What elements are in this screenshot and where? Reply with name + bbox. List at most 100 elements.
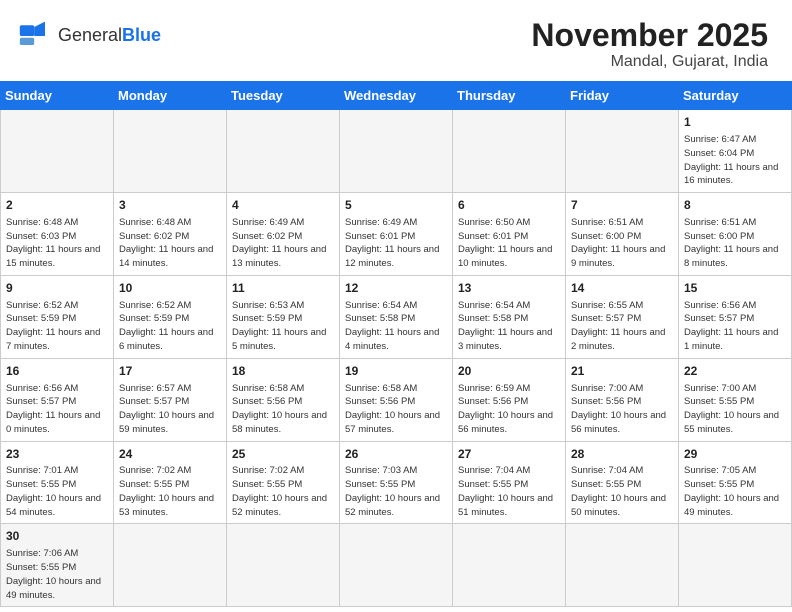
day-number: 29 (684, 446, 786, 463)
calendar-row-0: 1 Sunrise: 6:47 AM Sunset: 6:04 PM Daylig… (1, 110, 792, 193)
day-info: Sunrise: 6:51 AM Sunset: 6:00 PM Dayligh… (684, 216, 786, 271)
day-number: 5 (345, 197, 447, 214)
day-info: Sunrise: 7:04 AM Sunset: 5:55 PM Dayligh… (571, 464, 673, 519)
day-info: Sunrise: 6:56 AM Sunset: 5:57 PM Dayligh… (6, 382, 108, 437)
day-number: 3 (119, 197, 221, 214)
calendar-day: 4 Sunrise: 6:49 AM Sunset: 6:02 PM Daylig… (227, 193, 340, 276)
logo-general: General (58, 25, 122, 45)
calendar-day: 14 Sunrise: 6:55 AM Sunset: 5:57 PM Dayli… (566, 275, 679, 358)
day-info: Sunrise: 6:51 AM Sunset: 6:00 PM Dayligh… (571, 216, 673, 271)
day-number: 6 (458, 197, 560, 214)
calendar-day: 10 Sunrise: 6:52 AM Sunset: 5:59 PM Dayli… (114, 275, 227, 358)
day-info: Sunrise: 6:56 AM Sunset: 5:57 PM Dayligh… (684, 299, 786, 354)
header-friday: Friday (566, 82, 679, 110)
day-info: Sunrise: 7:05 AM Sunset: 5:55 PM Dayligh… (684, 464, 786, 519)
day-info: Sunrise: 7:03 AM Sunset: 5:55 PM Dayligh… (345, 464, 447, 519)
calendar-day-empty (453, 524, 566, 607)
day-number: 28 (571, 446, 673, 463)
day-number: 21 (571, 363, 673, 380)
calendar-day: 23Sunrise: 7:01 AM Sunset: 5:55 PM Dayli… (1, 441, 114, 524)
logo-text: GeneralBlue (58, 26, 161, 46)
day-info: Sunrise: 7:00 AM Sunset: 5:55 PM Dayligh… (684, 382, 786, 437)
calendar-day: 16 Sunrise: 6:56 AM Sunset: 5:57 PM Dayli… (1, 358, 114, 441)
day-number: 11 (232, 280, 334, 297)
header-tuesday: Tuesday (227, 82, 340, 110)
day-info: Sunrise: 6:54 AM Sunset: 5:58 PM Dayligh… (458, 299, 560, 354)
day-number: 30 (6, 528, 108, 545)
calendar-day: 18 Sunrise: 6:58 AM Sunset: 5:56 PM Dayli… (227, 358, 340, 441)
day-info: Sunrise: 6:58 AM Sunset: 5:56 PM Dayligh… (345, 382, 447, 437)
calendar-day: 20Sunrise: 6:59 AM Sunset: 5:56 PM Dayli… (453, 358, 566, 441)
calendar-day: 17 Sunrise: 6:57 AM Sunset: 5:57 PM Dayli… (114, 358, 227, 441)
day-number: 20 (458, 363, 560, 380)
page-header: GeneralBlue November 2025 Mandal, Gujara… (0, 0, 792, 81)
logo-blue: Blue (122, 25, 161, 45)
day-number: 10 (119, 280, 221, 297)
calendar-row-2: 9Sunrise: 6:52 AM Sunset: 5:59 PM Daylig… (1, 275, 792, 358)
day-info: Sunrise: 6:49 AM Sunset: 6:01 PM Dayligh… (345, 216, 447, 271)
calendar-day-empty (679, 524, 792, 607)
calendar-day: 26Sunrise: 7:03 AM Sunset: 5:55 PM Dayli… (340, 441, 453, 524)
calendar-day: 1 Sunrise: 6:47 AM Sunset: 6:04 PM Daylig… (679, 110, 792, 193)
calendar-day (453, 110, 566, 193)
header-sunday: Sunday (1, 82, 114, 110)
calendar-day: 25Sunrise: 7:02 AM Sunset: 5:55 PM Dayli… (227, 441, 340, 524)
day-info: Sunrise: 7:02 AM Sunset: 5:55 PM Dayligh… (232, 464, 334, 519)
day-number: 16 (6, 363, 108, 380)
day-info: Sunrise: 6:48 AM Sunset: 6:02 PM Dayligh… (119, 216, 221, 271)
day-info: Sunrise: 7:00 AM Sunset: 5:56 PM Dayligh… (571, 382, 673, 437)
calendar-row-5: 30 Sunrise: 7:06 AM Sunset: 5:55 PM Dayli… (1, 524, 792, 607)
calendar-day (566, 110, 679, 193)
day-number: 17 (119, 363, 221, 380)
day-number: 12 (345, 280, 447, 297)
day-number: 1 (684, 114, 786, 131)
day-number: 26 (345, 446, 447, 463)
calendar-day: 21 Sunrise: 7:00 AM Sunset: 5:56 PM Dayli… (566, 358, 679, 441)
header-saturday: Saturday (679, 82, 792, 110)
day-number: 18 (232, 363, 334, 380)
day-info: Sunrise: 6:52 AM Sunset: 5:59 PM Dayligh… (6, 299, 108, 354)
day-info: Sunrise: 7:02 AM Sunset: 5:55 PM Dayligh… (119, 464, 221, 519)
day-info: Sunrise: 6:55 AM Sunset: 5:57 PM Dayligh… (571, 299, 673, 354)
day-info: Sunrise: 6:50 AM Sunset: 6:01 PM Dayligh… (458, 216, 560, 271)
calendar-day-empty (566, 524, 679, 607)
day-info: Sunrise: 7:06 AM Sunset: 5:55 PM Dayligh… (6, 547, 108, 602)
header-monday: Monday (114, 82, 227, 110)
day-info: Sunrise: 6:58 AM Sunset: 5:56 PM Dayligh… (232, 382, 334, 437)
day-info: Sunrise: 6:53 AM Sunset: 5:59 PM Dayligh… (232, 299, 334, 354)
title-section: November 2025 Mandal, Gujarat, India (531, 18, 768, 71)
calendar-day: 13 Sunrise: 6:54 AM Sunset: 5:58 PM Dayli… (453, 275, 566, 358)
calendar-day: 3 Sunrise: 6:48 AM Sunset: 6:02 PM Daylig… (114, 193, 227, 276)
calendar-day: 24Sunrise: 7:02 AM Sunset: 5:55 PM Dayli… (114, 441, 227, 524)
day-info: Sunrise: 6:47 AM Sunset: 6:04 PM Dayligh… (684, 133, 786, 188)
calendar-day-empty (340, 524, 453, 607)
calendar-day: 19Sunrise: 6:58 AM Sunset: 5:56 PM Dayli… (340, 358, 453, 441)
day-info: Sunrise: 6:54 AM Sunset: 5:58 PM Dayligh… (345, 299, 447, 354)
calendar-day: 5 Sunrise: 6:49 AM Sunset: 6:01 PM Daylig… (340, 193, 453, 276)
day-number: 14 (571, 280, 673, 297)
day-number: 8 (684, 197, 786, 214)
day-info: Sunrise: 6:57 AM Sunset: 5:57 PM Dayligh… (119, 382, 221, 437)
day-number: 25 (232, 446, 334, 463)
logo-icon (18, 18, 54, 54)
calendar-day: 6 Sunrise: 6:50 AM Sunset: 6:01 PM Daylig… (453, 193, 566, 276)
logo: GeneralBlue (18, 18, 161, 54)
calendar-day: 12 Sunrise: 6:54 AM Sunset: 5:58 PM Dayli… (340, 275, 453, 358)
day-info: Sunrise: 6:48 AM Sunset: 6:03 PM Dayligh… (6, 216, 108, 271)
calendar-row-4: 23Sunrise: 7:01 AM Sunset: 5:55 PM Dayli… (1, 441, 792, 524)
day-number: 22 (684, 363, 786, 380)
month-title: November 2025 (531, 18, 768, 53)
day-info: Sunrise: 6:52 AM Sunset: 5:59 PM Dayligh… (119, 299, 221, 354)
day-info: Sunrise: 6:49 AM Sunset: 6:02 PM Dayligh… (232, 216, 334, 271)
day-number: 4 (232, 197, 334, 214)
calendar-day: 27Sunrise: 7:04 AM Sunset: 5:55 PM Dayli… (453, 441, 566, 524)
location-subtitle: Mandal, Gujarat, India (531, 53, 768, 71)
calendar-day-empty (227, 524, 340, 607)
calendar-day: 9Sunrise: 6:52 AM Sunset: 5:59 PM Daylig… (1, 275, 114, 358)
header-thursday: Thursday (453, 82, 566, 110)
day-number: 13 (458, 280, 560, 297)
day-number: 23 (6, 446, 108, 463)
day-number: 27 (458, 446, 560, 463)
day-number: 2 (6, 197, 108, 214)
calendar-day: 28Sunrise: 7:04 AM Sunset: 5:55 PM Dayli… (566, 441, 679, 524)
